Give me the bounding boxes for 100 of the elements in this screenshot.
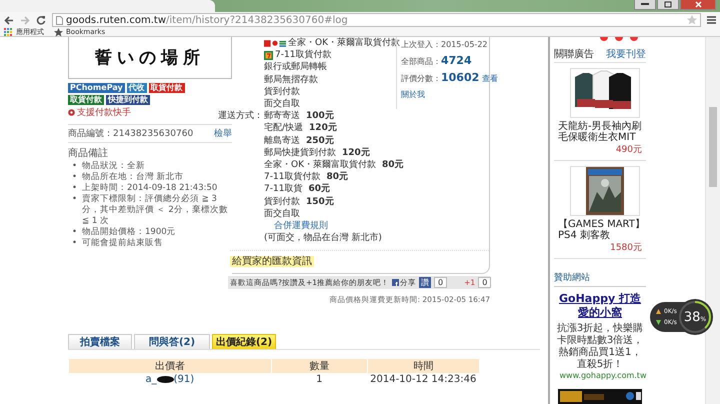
product-price: 490元 xyxy=(614,144,642,156)
minimize-button[interactable] xyxy=(634,0,656,10)
payment-badge: 取貨付款 xyxy=(148,83,185,93)
payment-badge: PChomePay xyxy=(68,83,125,93)
payment-method: 郵局無摺存款 xyxy=(264,74,318,86)
minimize-icon xyxy=(641,3,649,6)
bullet: • xyxy=(72,227,78,238)
shipping-method: 7-11取貨 xyxy=(264,183,302,196)
payment-method: 貨到付款 xyxy=(264,86,300,98)
payment-method: 7-11取貨付款 xyxy=(275,49,332,62)
remit-info-link[interactable]: 給買家的匯款資訊 xyxy=(230,256,314,268)
shipping-method: 郵寄寄送 xyxy=(264,110,300,122)
view-link[interactable]: 查看 xyxy=(482,74,498,83)
shipping-label: 運送方式： xyxy=(218,110,264,122)
shipping-price: 120元 xyxy=(309,122,337,135)
facebook-icon xyxy=(392,279,400,286)
back-icon[interactable] xyxy=(4,16,14,24)
plus-one-count: 0 xyxy=(478,277,492,288)
payment-badge: 代收 xyxy=(126,83,147,93)
support-link[interactable]: 支援付款快手 xyxy=(77,106,131,119)
bullet: • xyxy=(72,194,78,206)
product-link[interactable]: 【GAMES MART】PS4 刺客教 xyxy=(558,219,646,241)
star-icon xyxy=(54,28,63,36)
store-logos-icon xyxy=(264,40,286,47)
tab[interactable]: 出價紀錄(2) xyxy=(212,334,276,349)
store-logo-icon xyxy=(264,50,273,60)
scroll-thumb[interactable] xyxy=(709,107,717,187)
ad-headline-link[interactable]: GoHappy 打造愛的小窩 xyxy=(554,292,646,320)
shipping-price: 60元 xyxy=(308,183,330,196)
shipping-method: 全家・OK・萊爾富取貨付款 xyxy=(264,159,376,172)
shipping-method: 離島寄送 xyxy=(264,134,300,147)
shipping-price: 80元 xyxy=(326,171,348,184)
usage-percent: 38 xyxy=(684,310,700,324)
report-link[interactable]: 檢舉 xyxy=(214,127,232,140)
close-button[interactable] xyxy=(680,0,716,10)
ad-url-link[interactable]: www.gohappy.com.tw xyxy=(554,371,652,380)
tab[interactable]: 問與答(2) xyxy=(134,334,210,349)
post-ad-link[interactable]: 我要刊登 xyxy=(606,47,646,61)
close-icon xyxy=(694,1,702,8)
tab[interactable]: 拍賣檔案 xyxy=(68,334,132,349)
bullet: • xyxy=(72,172,78,183)
product-link[interactable]: 天龍紡-男長袖內刷毛保暖衛生衣MIT xyxy=(558,121,646,143)
note-item: 物品所在地：台灣 新北市 xyxy=(82,172,184,183)
item-number: 商品編號：21438235630760 xyxy=(68,128,194,140)
note-item: 物品開始價格：1900元 xyxy=(82,227,176,238)
shipping-method: 貨到付款 xyxy=(264,196,300,208)
info-icon xyxy=(68,109,75,116)
payment-method: 銀行或郵局轉帳 xyxy=(264,61,327,74)
like-count: 0 xyxy=(434,277,448,288)
like-button[interactable]: 讚 xyxy=(419,277,432,288)
note-item: 上架時間：2014-09-18 21:43:50 xyxy=(82,183,218,194)
bullet: • xyxy=(72,238,78,249)
shipping-method: 宅配/快遞 xyxy=(264,122,304,135)
section-title: 贊助網站 xyxy=(554,271,646,287)
shipping-price: 150元 xyxy=(306,196,334,208)
upload-arrow-icon xyxy=(656,309,661,314)
payment-method: 面交自取 xyxy=(264,98,300,110)
shipping-price: 100元 xyxy=(306,110,334,122)
stat-label: 全部商品： xyxy=(401,57,441,66)
reload-icon[interactable] xyxy=(36,15,46,25)
pickup-note: (可面交，物品在台灣 新北市) xyxy=(264,232,382,244)
column-header: 時間 xyxy=(367,359,479,373)
download-arrow-icon xyxy=(656,320,661,325)
apps-icon[interactable] xyxy=(4,28,13,36)
bidder-name[interactable]: a_ xyxy=(146,374,157,385)
bullet: • xyxy=(72,161,78,172)
stat-label: 評價分數： xyxy=(401,74,441,83)
menu-icon[interactable] xyxy=(707,16,716,24)
bidder-rating[interactable]: (91) xyxy=(174,374,194,385)
shipping-method: 面交自取 xyxy=(264,208,300,220)
product-price: 1580元 xyxy=(609,242,642,254)
note-item: 可能會提前結束販售 xyxy=(82,238,164,249)
note-item: 賣家下標限制：評價總分必須 ≧ 3分，其中差勁評價 ＜ 2分，棄標次數 ≦ 1 次 xyxy=(82,194,229,227)
table-cell: 1 xyxy=(271,373,368,386)
ad-text: 抗漲3折起，快樂購卡限時點數3倍送，熱銷商品買1送1，直殺5折！ xyxy=(556,323,644,371)
about-link[interactable]: 關於我 xyxy=(401,90,425,99)
table-cell: 2014-10-12 14:23:46 xyxy=(367,373,479,386)
shipping-rules-link[interactable]: 合併運費規則 xyxy=(274,220,328,232)
last-login: 上次登入：2015-05-22 xyxy=(401,39,488,51)
shipping-price: 80元 xyxy=(382,159,404,172)
maximize-icon xyxy=(664,1,672,8)
shipping-method: 7-11取貨付款 xyxy=(264,171,320,184)
address-bar[interactable]: goods.ruten.com.tw/item/history?21438235630760#log xyxy=(52,13,701,27)
notes-title: 商品備註 xyxy=(68,146,109,160)
maximize-button[interactable] xyxy=(657,0,679,10)
section-title: 關聯廣告 xyxy=(554,48,594,61)
column-header: 出價者 xyxy=(68,359,272,373)
badge-row-drawing xyxy=(600,37,638,41)
page-icon xyxy=(56,16,63,24)
stat-value: 10602 xyxy=(441,71,480,84)
redaction-mark xyxy=(156,376,174,383)
column-header: 數量 xyxy=(271,359,368,373)
payment-badge: 取貨付款 xyxy=(68,95,104,105)
stat-value: 4724 xyxy=(441,54,472,67)
payment-badge: 快捷到付款 xyxy=(106,95,150,105)
note-item: 物品狀況：全新 xyxy=(82,161,146,172)
bullet: • xyxy=(72,183,78,194)
scrollbar[interactable] xyxy=(705,37,720,404)
shipping-method: 郵局快捷貨到付款 xyxy=(264,146,336,160)
star-icon[interactable] xyxy=(687,15,697,25)
